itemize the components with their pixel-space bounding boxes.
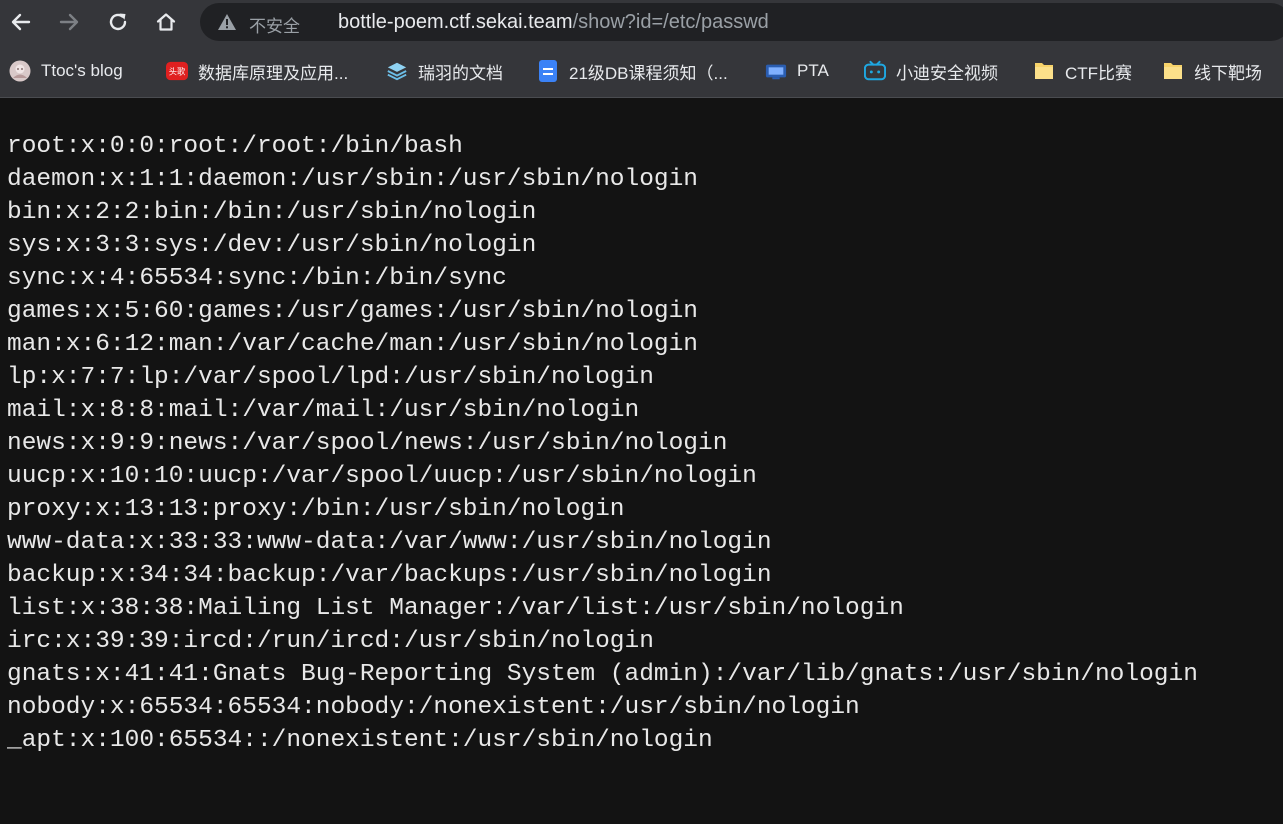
reload-icon	[109, 13, 127, 31]
bookmark-label: 小迪安全视频	[896, 63, 998, 83]
url-path: /show?id=/etc/passwd	[572, 11, 769, 33]
folder-icon	[1162, 60, 1184, 82]
address-bar[interactable]: 不安全 bottle-poem.ctf.sekai.team/show?id=/…	[200, 3, 1283, 41]
passwd-line: list:x:38:38:Mailing List Manager:/var/l…	[7, 595, 904, 622]
passwd-line: proxy:x:13:13:proxy:/bin:/usr/sbin/nolog…	[7, 496, 625, 523]
forward-button[interactable]	[53, 6, 85, 38]
browser-toolbar: 不安全 bottle-poem.ctf.sekai.team/show?id=/…	[0, 0, 1283, 44]
bookmark-offline-range[interactable]: 线下靶场	[1162, 58, 1262, 84]
bookmark-label: 瑞羽的文档	[418, 63, 503, 83]
passwd-line: lp:x:7:7:lp:/var/spool/lpd:/usr/sbin/nol…	[7, 364, 654, 391]
passwd-line: sys:x:3:3:sys:/dev:/usr/sbin/nologin	[7, 232, 537, 259]
bookmark-label: 数据库原理及应用...	[198, 63, 349, 83]
bookmark-label: CTF比赛	[1065, 63, 1133, 83]
passwd-line: daemon:x:1:1:daemon:/usr/sbin:/usr/sbin/…	[7, 166, 699, 193]
passwd-line: man:x:6:12:man:/var/cache/man:/usr/sbin/…	[7, 331, 699, 358]
layers-icon	[386, 60, 408, 82]
bookmark-ruiyu-docs[interactable]: 瑞羽的文档	[386, 58, 503, 84]
bookmark-ttocs-blog[interactable]: Ttoc's blog	[9, 58, 123, 84]
bookmarks-bar: Ttoc's blog 头歌 数据库原理及应用... 瑞羽的文档 21级DB课程…	[0, 50, 1283, 90]
passwd-line: irc:x:39:39:ircd:/run/ircd:/usr/sbin/nol…	[7, 628, 654, 655]
bookmark-label: Ttoc's blog	[41, 61, 123, 80]
passwd-line: root:x:0:0:root:/root:/bin/bash	[7, 133, 463, 160]
page-content: root:x:0:0:root:/root:/bin/bash daemon:x…	[7, 130, 1277, 810]
bookmark-label: 线下靶场	[1194, 63, 1262, 83]
bookmark-ctf-competitions[interactable]: CTF比赛	[1033, 58, 1132, 84]
svg-text:头歌: 头歌	[169, 67, 186, 77]
bookmark-db-course-notes[interactable]: 21级DB课程须知（...	[537, 58, 728, 84]
url-text[interactable]: bottle-poem.ctf.sekai.team/show?id=/etc/…	[338, 11, 769, 34]
doc-icon	[537, 60, 559, 82]
passwd-line: _apt:x:100:65534::/nonexistent:/usr/sbin…	[7, 727, 713, 754]
toolbar-divider	[0, 97, 1283, 98]
pta-icon	[765, 60, 787, 82]
passwd-line: www-data:x:33:33:www-data:/var/www:/usr/…	[7, 529, 772, 556]
bilibili-icon	[864, 60, 886, 82]
browser-chrome: 不安全 bottle-poem.ctf.sekai.team/show?id=/…	[0, 0, 1283, 98]
arrow-left-icon	[11, 13, 31, 31]
back-button[interactable]	[5, 6, 37, 38]
passwd-line: backup:x:34:34:backup:/var/backups:/usr/…	[7, 562, 772, 589]
passwd-line: sync:x:4:65534:sync:/bin:/bin/sync	[7, 265, 507, 292]
url-host: bottle-poem.ctf.sekai.team	[338, 11, 573, 33]
passwd-line: games:x:5:60:games:/usr/games:/usr/sbin/…	[7, 298, 699, 325]
warning-icon[interactable]	[217, 13, 237, 35]
avatar-icon	[9, 60, 31, 82]
passwd-line: bin:x:2:2:bin:/bin:/usr/sbin/nologin	[7, 199, 537, 226]
home-button[interactable]	[150, 6, 182, 38]
bookmark-label: PTA	[797, 61, 829, 80]
toutiao-icon: 头歌	[166, 60, 188, 82]
passwd-line: mail:x:8:8:mail:/var/mail:/usr/sbin/nolo…	[7, 397, 640, 424]
passwd-line: nobody:x:65534:65534:nobody:/nonexistent…	[7, 694, 860, 721]
reload-button[interactable]	[102, 6, 134, 38]
home-icon	[156, 13, 176, 31]
bookmark-pta[interactable]: PTA	[765, 58, 829, 84]
passwd-line: uucp:x:10:10:uucp:/var/spool/uucp:/usr/s…	[7, 463, 757, 490]
security-status-label[interactable]: 不安全	[249, 12, 300, 37]
bookmark-database-course[interactable]: 头歌 数据库原理及应用...	[166, 58, 348, 84]
bookmark-label: 21级DB课程须知（...	[569, 63, 728, 83]
passwd-line: gnats:x:41:41:Gnats Bug-Reporting System…	[7, 661, 1198, 688]
passwd-line: news:x:9:9:news:/var/spool/news:/usr/sbi…	[7, 430, 728, 457]
bookmark-xiaodi-security-video[interactable]: 小迪安全视频	[864, 58, 998, 84]
arrow-right-icon	[59, 13, 79, 31]
folder-icon	[1033, 60, 1055, 82]
